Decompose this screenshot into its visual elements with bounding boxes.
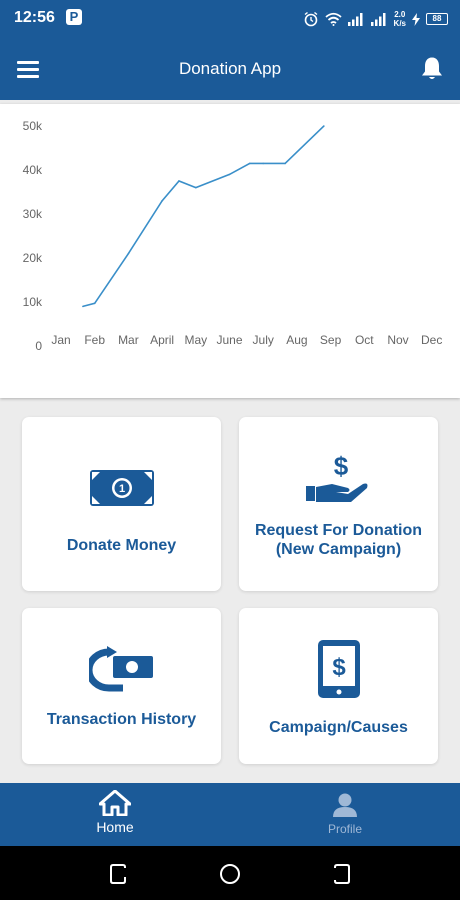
nav-profile-label: Profile bbox=[327, 822, 362, 836]
hand-dollar-icon: $ bbox=[305, 453, 367, 502]
system-nav-bar bbox=[0, 846, 460, 900]
y-tick-label: 30k bbox=[23, 207, 43, 221]
x-tick-label: Dec bbox=[421, 333, 442, 347]
data-point bbox=[323, 125, 325, 127]
net-speed-value: 2.0 bbox=[394, 10, 406, 19]
signal-icon bbox=[347, 12, 363, 26]
data-point bbox=[161, 200, 163, 202]
svg-text:1: 1 bbox=[118, 483, 124, 495]
data-point bbox=[228, 173, 231, 176]
money-bill-icon: 1 bbox=[89, 470, 154, 506]
tile-label-line2: (New Campaign) bbox=[275, 541, 402, 558]
x-tick-label: Aug bbox=[286, 333, 307, 347]
donation-chart: 0 10k 20k 30k 40k 50k Jan Feb Mar April May June Jul… bbox=[0, 104, 460, 398]
battery-icon: 88 bbox=[426, 13, 448, 25]
x-tick-label: Nov bbox=[387, 333, 408, 347]
tile-label: Campaign/Causes bbox=[269, 719, 408, 736]
x-tick-label: Jan bbox=[51, 333, 70, 347]
data-point bbox=[82, 305, 84, 308]
data-point bbox=[284, 162, 286, 165]
data-point bbox=[178, 180, 180, 182]
user-icon bbox=[333, 793, 357, 817]
request-donation-tile[interactable]: $ Request For Donation (New Campaign) bbox=[239, 417, 438, 591]
data-point bbox=[93, 302, 96, 305]
parking-icon: P bbox=[66, 9, 82, 25]
charging-icon bbox=[412, 12, 420, 26]
series-line bbox=[82, 125, 325, 308]
x-tick-label: April bbox=[150, 333, 174, 347]
status-time: 12:56 bbox=[14, 9, 55, 26]
x-tick-label: Mar bbox=[118, 333, 139, 347]
signal-icon bbox=[370, 12, 386, 26]
home-icon bbox=[99, 790, 131, 816]
net-speed-unit: K/s bbox=[393, 19, 406, 28]
money-exchange-icon bbox=[88, 646, 153, 692]
wifi-icon bbox=[324, 12, 342, 26]
net-speed: 2.0 K/s bbox=[394, 10, 406, 28]
y-tick-label: 20k bbox=[23, 251, 43, 265]
x-tick-label: June bbox=[216, 333, 242, 347]
tile-label-line1: Request For Donation bbox=[254, 522, 423, 539]
y-tick-label: 50k bbox=[23, 119, 43, 133]
transaction-history-tile[interactable]: Transaction History bbox=[22, 608, 221, 764]
app-bar: Donation App bbox=[0, 38, 460, 100]
back-icon[interactable] bbox=[330, 862, 354, 886]
donate-money-tile[interactable]: 1 Donate Money bbox=[22, 417, 221, 591]
x-tick-label: Oct bbox=[355, 333, 374, 347]
x-tick-label: Feb bbox=[84, 333, 105, 347]
data-point bbox=[248, 162, 251, 165]
status-icons: 2.0 K/s 88 bbox=[303, 6, 448, 32]
alarm-icon bbox=[304, 11, 317, 27]
line-chart: 0 10k 20k 30k 40k 50k Jan Feb Mar April May June Jul… bbox=[23, 119, 443, 353]
data-point bbox=[127, 252, 130, 255]
nav-home-label: Home bbox=[96, 819, 134, 835]
nav-home[interactable]: Home bbox=[0, 783, 230, 846]
svg-text:$: $ bbox=[332, 654, 346, 681]
y-tick-label: 10k bbox=[23, 295, 43, 309]
home-button-icon[interactable] bbox=[218, 862, 242, 886]
data-point bbox=[262, 162, 265, 165]
tile-label: Donate Money bbox=[66, 537, 177, 554]
recent-apps-icon[interactable] bbox=[106, 862, 130, 886]
campaign-causes-tile[interactable]: $ Campaign/Causes bbox=[239, 608, 438, 764]
y-tick-label: 40k bbox=[23, 163, 43, 177]
nav-profile[interactable]: Profile bbox=[230, 783, 460, 846]
x-tick-label: Sep bbox=[320, 333, 342, 347]
bell-icon[interactable] bbox=[420, 56, 444, 82]
data-point bbox=[195, 186, 197, 189]
y-tick-label: 0 bbox=[35, 339, 42, 353]
status-bar: 12:56 P 2.0 K/s 88 bbox=[0, 0, 460, 38]
app-title: Donation App bbox=[178, 59, 282, 78]
phone-dollar-icon: $ bbox=[317, 640, 360, 698]
svg-text:$: $ bbox=[333, 453, 348, 481]
bottom-nav: Home Profile bbox=[0, 783, 460, 846]
tile-label: Request For Donation (New Campaign) bbox=[255, 521, 422, 559]
x-tick-label: July bbox=[253, 333, 274, 347]
tile-label: Transaction History bbox=[46, 711, 197, 728]
x-tick-label: May bbox=[184, 333, 207, 347]
